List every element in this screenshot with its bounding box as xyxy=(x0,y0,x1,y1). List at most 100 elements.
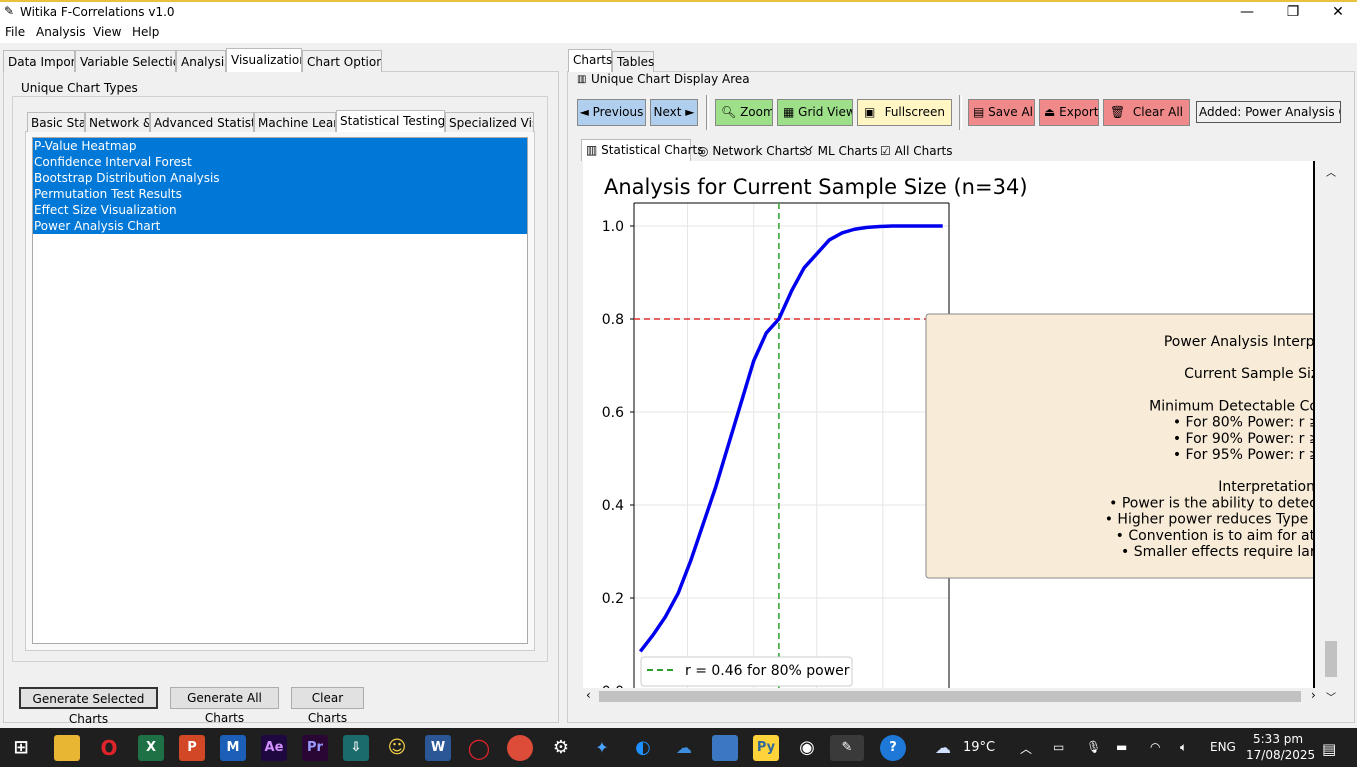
zoom-button[interactable]: 🔍︎ Zoom xyxy=(715,99,773,126)
scroll-thumb[interactable] xyxy=(1325,641,1337,677)
trash-icon: 🗑︎ xyxy=(1110,105,1126,119)
powerpoint-icon[interactable]: P xyxy=(179,735,205,761)
tab-tables[interactable]: Tables xyxy=(612,51,654,72)
meet-icon[interactable]: ▭ xyxy=(1053,740,1064,754)
list-item[interactable]: Power Analysis Chart xyxy=(33,218,527,234)
windows-start-icon[interactable]: ⊞ xyxy=(8,735,34,761)
horizontal-scrollbar[interactable]: ‹ › xyxy=(583,688,1322,705)
after-effects-icon[interactable]: Ae xyxy=(261,735,287,761)
obs-icon[interactable]: ◉ xyxy=(794,735,820,761)
word-icon[interactable]: W xyxy=(425,735,451,761)
list-item[interactable]: Confidence Interval Forest xyxy=(33,154,527,170)
list-item[interactable]: Permutation Test Results xyxy=(33,186,527,202)
premiere-icon[interactable]: Pr xyxy=(302,735,328,761)
chart-title: Analysis for Current Sample Size (n=34) xyxy=(604,175,1028,199)
chevron-up-icon[interactable]: ︿ xyxy=(1020,740,1032,757)
python-icon[interactable]: Py xyxy=(753,735,779,761)
opera-gx-icon[interactable]: ◯ xyxy=(466,735,492,761)
menu-help[interactable]: Help xyxy=(132,25,159,39)
tab-analysis[interactable]: Analysis xyxy=(176,50,226,72)
app-feather-icon: ✎ xyxy=(4,4,15,18)
tab-specialized-visu[interactable]: Specialized Visu xyxy=(445,112,534,132)
close-button[interactable]: ✕ xyxy=(1315,3,1357,23)
scroll-right-icon[interactable]: › xyxy=(1311,688,1316,702)
subtab-all-charts[interactable]: ☑ All Charts xyxy=(876,141,953,161)
vertical-scrollbar[interactable]: ︿ ﹀ xyxy=(1322,161,1340,705)
tab-visualization[interactable]: Visualization xyxy=(226,48,302,72)
download-app-icon[interactable]: ⇩ xyxy=(343,735,369,761)
scroll-down-icon[interactable]: ﹀ xyxy=(1326,689,1336,704)
scroll-up-icon[interactable]: ︿ xyxy=(1326,164,1336,179)
maximize-button[interactable]: ❐ xyxy=(1270,3,1316,23)
generate-all-button[interactable]: Generate All Charts xyxy=(170,687,279,725)
subtab-network-charts[interactable]: ◎ Network Charts xyxy=(694,141,805,161)
annotation-line: • For 95% Power: r ≥ 0.570 xyxy=(1173,447,1315,463)
file-explorer-icon[interactable] xyxy=(54,735,80,761)
tab-network[interactable]: Network & xyxy=(85,112,150,132)
edge-icon[interactable]: ◐ xyxy=(630,735,656,761)
generate-selected-button[interactable]: Generate Selected Charts xyxy=(19,687,158,726)
annotation-line: Interpretation: xyxy=(1218,479,1315,495)
list-item[interactable]: Bootstrap Distribution Analysis xyxy=(33,170,527,186)
menu-view[interactable]: View xyxy=(93,25,121,39)
settings-icon[interactable]: ⚙ xyxy=(548,735,574,761)
y-tick-label: 0.8 xyxy=(602,312,624,328)
tab-machine-learning[interactable]: Machine Learr xyxy=(254,112,336,132)
tab-advanced-statistic[interactable]: Advanced Statistic xyxy=(150,112,254,132)
volume-icon[interactable]: 🔈︎ xyxy=(1180,740,1187,755)
quick-assist-icon[interactable]: ? xyxy=(880,735,906,761)
annotation-line: • For 90% Power: r ≥ 0.524 xyxy=(1173,431,1315,447)
zoom-icon: 🔍︎ xyxy=(721,105,737,119)
clock-date[interactable]: 17/08/2025 xyxy=(1246,748,1315,762)
minimize-button[interactable]: — xyxy=(1224,3,1270,23)
onedrive-icon[interactable]: ☁ xyxy=(671,735,697,761)
emoji-app-icon[interactable]: ☺ xyxy=(384,735,410,761)
menu-file[interactable]: File xyxy=(5,25,25,39)
tab-data-import[interactable]: Data Import xyxy=(3,50,75,72)
scroll-left-icon[interactable]: ‹ xyxy=(586,688,591,702)
grid-view-button[interactable]: ▦ Grid View xyxy=(777,99,853,126)
tab-chart-options[interactable]: Chart Options xyxy=(302,50,382,72)
paint-app-icon[interactable]: ✦ xyxy=(589,735,615,761)
photos-app-icon[interactable] xyxy=(712,735,738,761)
scroll-thumb[interactable] xyxy=(599,691,1301,702)
tab-variable-selection[interactable]: Variable Selection xyxy=(75,50,176,72)
taskbar: ⊞ O X P M Ae Pr ⇩ ☺ W ◯ ⚙ ✦ ◐ ☁ Py ◉ ✎ ?… xyxy=(0,728,1357,767)
clear-all-button[interactable]: 🗑︎ Clear All xyxy=(1103,99,1190,126)
notifications-icon[interactable]: ▤ xyxy=(1322,740,1336,758)
group-label: Unique Chart Types xyxy=(18,81,141,95)
power-curve xyxy=(638,224,943,653)
chrome-icon[interactable] xyxy=(507,735,533,761)
subtab-statistical-charts[interactable]: ▥ Statistical Charts xyxy=(581,139,704,161)
clock-time[interactable]: 5:33 pm xyxy=(1253,732,1303,746)
network-icon: ◎ xyxy=(698,144,709,158)
language-indicator[interactable]: ENG xyxy=(1210,740,1236,754)
tab-charts[interactable]: Charts xyxy=(568,49,612,72)
status-field: Added: Power Analysis Cha xyxy=(1196,101,1341,123)
list-item[interactable]: Effect Size Visualization xyxy=(33,202,527,218)
display-area-label: Unique Chart Display Area xyxy=(591,72,750,86)
subtab-ml-charts[interactable]: ♉ ML Charts xyxy=(799,141,878,161)
wifi-icon[interactable]: ◠ xyxy=(1150,740,1160,754)
save-all-button[interactable]: ▤ Save All xyxy=(968,99,1035,126)
microphone-icon[interactable]: 🎙︎ xyxy=(1086,740,1101,754)
chart-list[interactable]: P-Value Heatmap Confidence Interval Fore… xyxy=(32,137,528,644)
next-button[interactable]: Next ► xyxy=(650,99,698,126)
save-all-label: Save All xyxy=(988,105,1035,119)
tab-statistical-testing[interactable]: Statistical Testing & xyxy=(336,110,445,132)
export-button[interactable]: ⏏ Export xyxy=(1039,99,1099,126)
battery-icon[interactable]: ▬ xyxy=(1116,740,1127,754)
fullscreen-button[interactable]: ▣ Fullscreen xyxy=(857,99,952,126)
chart-canvas: Analysis for Current Sample Size (n=34) 1… xyxy=(583,161,1315,688)
opera-icon[interactable]: O xyxy=(96,735,122,761)
grid-view-label: Grid View xyxy=(798,105,853,119)
chart-icon: ▥ xyxy=(586,143,598,157)
previous-button[interactable]: ◄ Previous xyxy=(577,99,646,126)
list-item[interactable]: P-Value Heatmap xyxy=(33,138,527,154)
menu-analysis[interactable]: Analysis xyxy=(36,25,85,39)
tab-basic-stat[interactable]: Basic Stat xyxy=(27,112,85,132)
feather-app-icon[interactable]: ✎ xyxy=(830,735,864,761)
maps-app-icon[interactable]: M xyxy=(220,735,246,761)
excel-icon[interactable]: X xyxy=(138,735,164,761)
clear-charts-button[interactable]: Clear Charts xyxy=(291,687,364,725)
